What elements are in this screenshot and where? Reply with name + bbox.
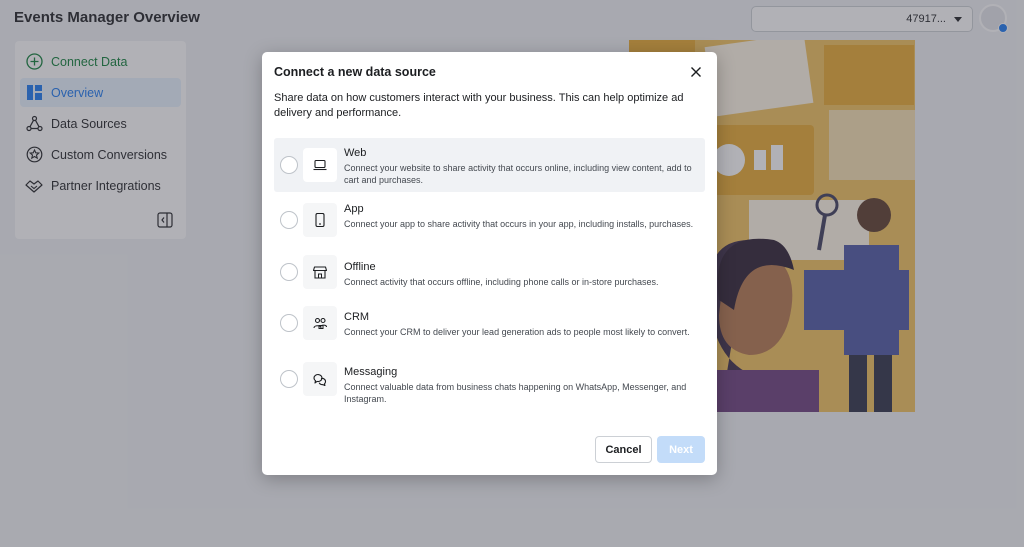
option-messaging[interactable]: Messaging Connect valuable data from bus… (274, 355, 705, 407)
laptop-icon (303, 148, 337, 182)
radio-offline[interactable] (280, 263, 298, 281)
option-name: Web (344, 147, 367, 159)
option-app[interactable]: App Connect your app to share activity t… (274, 195, 705, 247)
chat-icon (303, 362, 337, 396)
phone-icon (303, 203, 337, 237)
radio-messaging[interactable] (280, 370, 298, 388)
radio-crm[interactable] (280, 314, 298, 332)
option-description: Connect your CRM to deliver your lead ge… (344, 327, 690, 337)
dialog-title: Connect a new data source (274, 65, 436, 79)
option-offline[interactable]: Offline Connect activity that occurs off… (274, 253, 705, 293)
close-icon (691, 67, 701, 77)
cancel-button[interactable]: Cancel (595, 436, 652, 463)
option-description: Connect activity that occurs offline, in… (344, 277, 659, 287)
option-description: Connect your app to share activity that … (344, 219, 694, 229)
radio-app[interactable] (280, 211, 298, 229)
option-description: Connect valuable data from business chat… (344, 382, 687, 404)
connect-data-source-dialog: Connect a new data source Share data on … (262, 52, 717, 475)
option-name: App (344, 203, 364, 215)
option-name: CRM (344, 311, 370, 323)
option-description: Connect your website to share activity t… (344, 163, 692, 185)
next-button[interactable]: Next (657, 436, 705, 463)
radio-web[interactable] (280, 156, 298, 174)
option-crm[interactable]: CRM Connect your CRM to deliver your lea… (274, 299, 705, 349)
people-icon (303, 306, 337, 340)
store-icon (303, 255, 337, 289)
option-name: Messaging (344, 366, 398, 378)
close-button[interactable] (688, 64, 704, 80)
option-web[interactable]: Web Connect your website to share activi… (274, 138, 705, 192)
option-name: Offline (344, 261, 376, 273)
dialog-description: Share data on how customers interact wit… (274, 92, 684, 119)
